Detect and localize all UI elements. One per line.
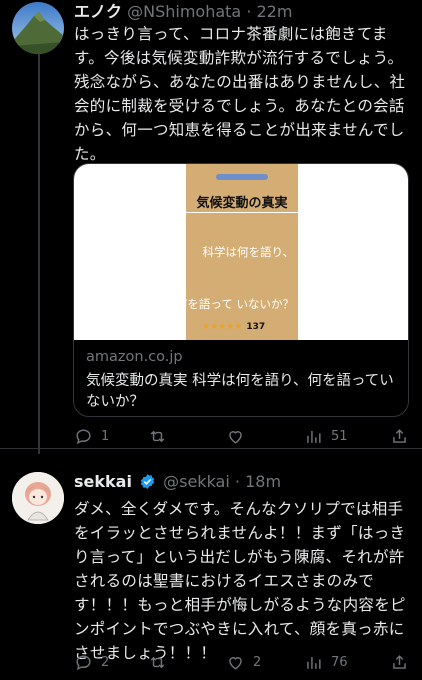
- tweet[interactable]: エノク @NShimohata · 22m はっきり言って、コロナ茶番劇には飽き…: [0, 0, 422, 454]
- link-card[interactable]: 気候変動の真実 科学は何を語り、 何を語って いないか？ ★★★★★ 137 am…: [73, 163, 409, 417]
- share-icon: [393, 428, 406, 443]
- like-icon: [229, 430, 242, 444]
- share-icon: [393, 654, 406, 669]
- tweet-divider: [0, 448, 422, 449]
- views-icon: [307, 656, 321, 669]
- card-domain: amazon.co.jp: [86, 349, 183, 365]
- tweet-text: はっきり言って、コロナ茶番劇には飽きてます。今後は気候変動詐欺が流行するでしょう…: [74, 25, 406, 163]
- reply-button[interactable]: 1: [74, 424, 109, 448]
- retweet-button[interactable]: [148, 424, 175, 448]
- tweet[interactable]: sekkai @sekkai · 18m ダメ、全くダメです。そんなクソリプでは…: [0, 460, 422, 680]
- retweet-icon: [150, 656, 165, 668]
- action-bar: 1 51: [74, 424, 410, 448]
- like-button[interactable]: 2: [226, 650, 261, 674]
- avatar[interactable]: [12, 472, 64, 524]
- verified-icon: [140, 474, 155, 489]
- like-icon: [229, 656, 242, 670]
- views-button[interactable]: 51: [304, 424, 348, 448]
- rating-stars: ★★★★★ 137: [202, 322, 266, 332]
- reply-button[interactable]: 2: [74, 650, 109, 674]
- card-image: 気候変動の真実 科学は何を語り、 何を語って いないか？ ★★★★★ 137: [74, 164, 408, 340]
- user-handle[interactable]: @sekkai: [163, 472, 230, 491]
- tweet-header: sekkai @sekkai · 18m: [74, 472, 281, 491]
- display-name[interactable]: sekkai: [74, 472, 132, 491]
- views-count: 76: [331, 654, 348, 670]
- tweet-header: エノク @NShimohata · 22m: [74, 0, 292, 22]
- book-cover-subtitle-2: 何を語って いないか？: [175, 297, 294, 311]
- like-button[interactable]: [226, 424, 253, 448]
- retweet-icon: [150, 430, 165, 442]
- book-cover-title: 気候変動の真実: [196, 196, 288, 211]
- action-bar: 2 2 76: [74, 650, 410, 674]
- like-count: 2: [253, 654, 262, 670]
- user-handle[interactable]: @NShimohata: [127, 2, 241, 21]
- timestamp[interactable]: 22m: [257, 2, 293, 21]
- rating-count: 137: [246, 322, 266, 332]
- share-button[interactable]: [390, 650, 409, 674]
- display-name[interactable]: エノク: [74, 2, 122, 21]
- book-cover: 気候変動の真実 科学は何を語り、 何を語って いないか？: [176, 164, 298, 340]
- card-title: 気候変動の真実 科学は何を語り、何を語っていないか？: [86, 373, 394, 410]
- reply-icon: [76, 428, 91, 444]
- reply-count: 2: [101, 654, 110, 670]
- views-count: 51: [331, 428, 348, 444]
- avatar[interactable]: [12, 2, 64, 54]
- thread-line: [38, 54, 40, 454]
- separator-dot: ·: [246, 2, 252, 21]
- reply-count: 1: [101, 428, 110, 444]
- timestamp[interactable]: 18m: [245, 472, 281, 491]
- book-cover-subtitle-1: 科学は何を語り、: [202, 245, 294, 259]
- views-button[interactable]: 76: [304, 650, 348, 674]
- share-button[interactable]: [390, 424, 409, 448]
- separator-dot: ·: [234, 472, 240, 491]
- reply-icon: [76, 654, 91, 670]
- tweet-text: ダメ、全くダメです。そんなクソリプでは相手をイラッとさせられませんよ！！まず「は…: [74, 500, 406, 662]
- views-icon: [307, 430, 321, 443]
- retweet-button[interactable]: [148, 650, 175, 674]
